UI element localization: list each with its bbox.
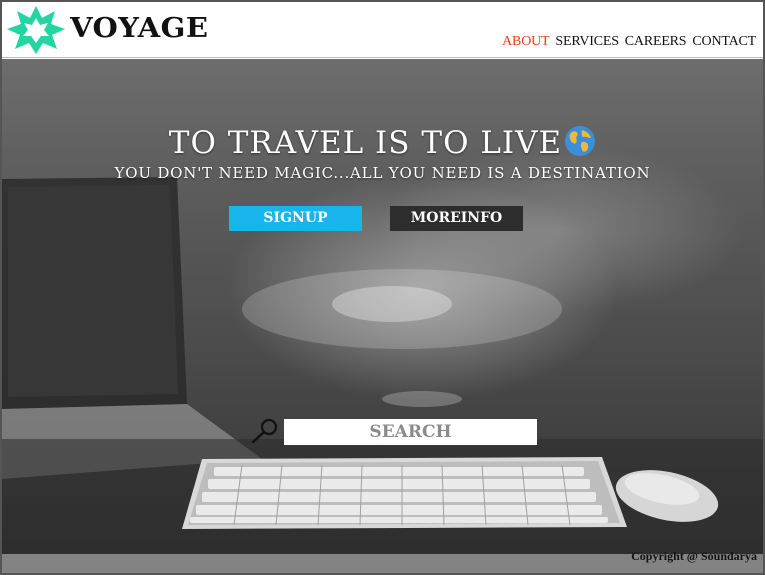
globe-icon [565, 126, 596, 156]
nav-item-about[interactable]: ABOUT [502, 34, 549, 50]
nav-item-careers[interactable]: CAREERS [625, 34, 687, 50]
nav-item-services[interactable]: SERVICES [555, 34, 619, 50]
hero-title-text: TO TRAVEL IS TO LIVE [168, 125, 563, 161]
copyright-text: Copyright @ Soundarya [631, 549, 757, 563]
star-burst-icon[interactable] [6, 5, 66, 55]
page-frame: VOYAGE ABOUT SERVICES CAREERS CONTACT TO… [0, 0, 765, 575]
header: VOYAGE ABOUT SERVICES CAREERS CONTACT [2, 2, 763, 58]
hero-title: TO TRAVEL IS TO LIVE [2, 125, 763, 161]
signup-button[interactable]: SIGNUP [229, 206, 362, 231]
main-nav: ABOUT SERVICES CAREERS CONTACT [502, 34, 756, 50]
hero-section: TO TRAVEL IS TO LIVE YOU DON'T NEED MAGI… [2, 59, 763, 573]
moreinfo-button[interactable]: MOREINFO [390, 206, 523, 231]
magnifier-icon[interactable] [250, 417, 280, 445]
search-input[interactable]: SEARCH [284, 419, 537, 445]
hero-subtitle: YOU DON'T NEED MAGIC...ALL YOU NEED IS A… [114, 164, 651, 182]
nav-item-contact[interactable]: CONTACT [692, 34, 756, 50]
brand-name[interactable]: VOYAGE [70, 15, 208, 42]
